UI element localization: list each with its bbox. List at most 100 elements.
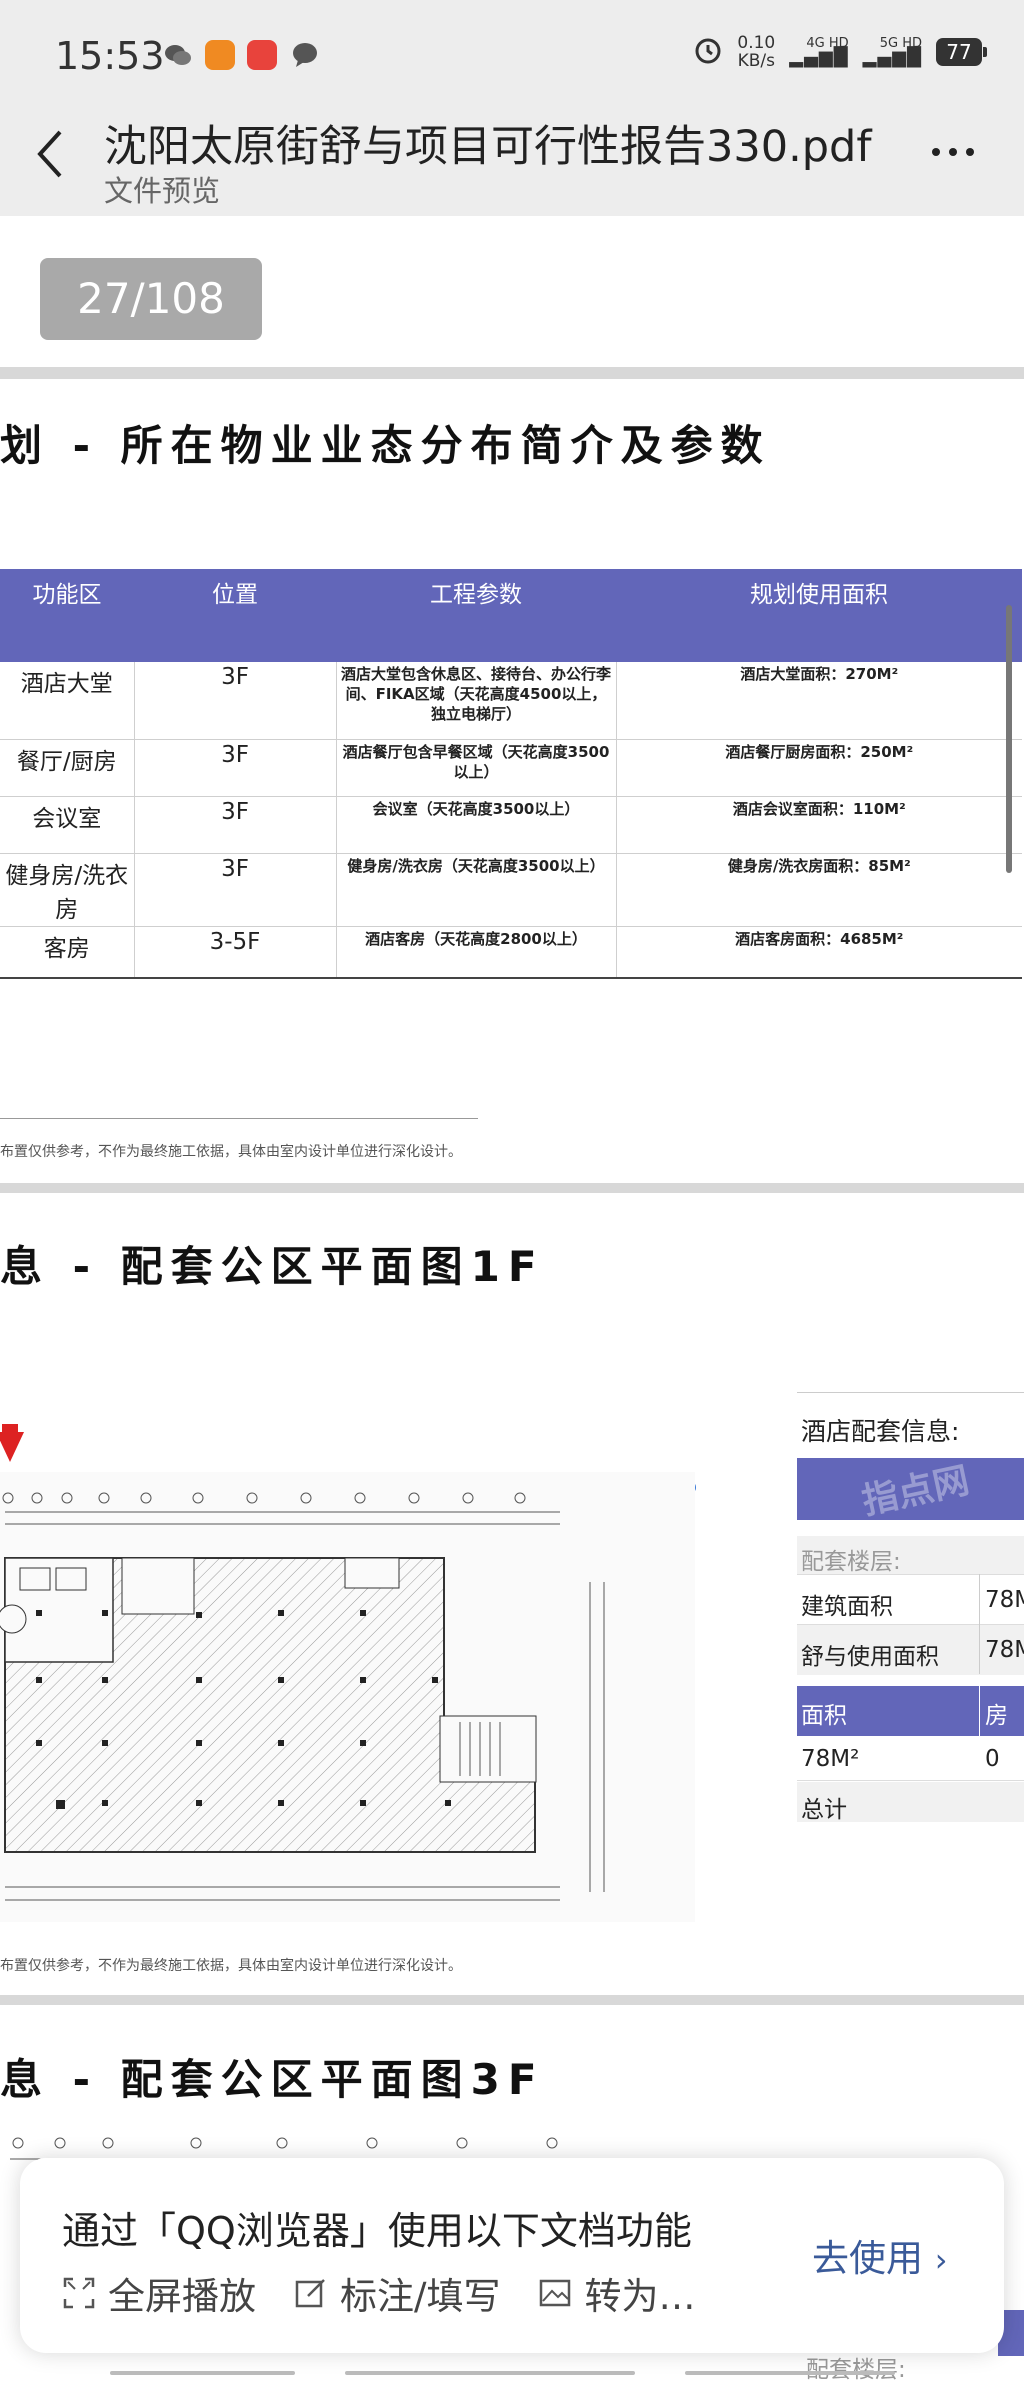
function-area-table: 功能区 位置 工程参数 规划使用面积 酒店大堂 3F 酒店大堂包含休息区、接待台…: [0, 569, 1022, 979]
table-header: 位置: [134, 569, 336, 662]
annotate-action[interactable]: 标注/填写: [294, 2266, 500, 2320]
status-bar: 15:53 0.10 KB/s 4G HD ▂▄▆█ 5G HD ▂▄▆█ 77: [0, 0, 1024, 112]
document-title: 沈阳太原街舒与项目可行性报告330.pdf: [104, 122, 872, 172]
table-header: 工程参数: [336, 569, 616, 662]
table-cell: 健身房/洗衣房（天花高度3500以上）: [336, 853, 617, 927]
page3-floor-label: 配套楼层:: [806, 2357, 906, 2383]
info-separator: [979, 1686, 980, 1736]
info-row: 舒与使用面积 78M: [797, 1624, 1024, 1675]
info-table-header: 面积 房量: [797, 1686, 1024, 1763]
info-separator: [979, 1574, 980, 1674]
signal-2-bars-icon: ▂▄▆█: [862, 47, 922, 68]
info-key: 舒与使用面积: [801, 1644, 939, 1670]
banner-title: 通过「QQ浏览器」使用以下文档功能: [62, 2209, 692, 2253]
floor-label: 配套楼层:: [801, 1549, 901, 1575]
alarm-icon: [693, 35, 723, 69]
table-cell: 餐厅/厨房: [0, 739, 135, 797]
table-cell: 酒店大堂: [0, 662, 135, 740]
signal-1-bars-icon: ▂▄▆█: [789, 47, 849, 68]
status-right: 0.10 KB/s 4G HD ▂▄▆█ 5G HD ▂▄▆█ 77: [693, 34, 987, 70]
message-icon: [290, 40, 320, 70]
total-label: 总计: [801, 1797, 847, 1823]
table-cell: 酒店餐厅包含早餐区域（天花高度3500以上）: [336, 739, 617, 797]
floor-plan-drawing: [0, 1492, 605, 1901]
table-header: 功能区: [0, 569, 134, 662]
table-row: 客房 3-5F 酒店客房（天花高度2800以上） 酒店客房面积：4685M²: [0, 926, 1022, 979]
signal-2: 5G HD ▂▄▆█: [863, 37, 922, 67]
page-divider: [0, 1995, 1024, 2005]
go-use-label: 去使用: [812, 2237, 923, 2280]
page-counter: 27/108: [40, 258, 262, 340]
table-cell: 酒店客房（天花高度2800以上）: [336, 926, 617, 979]
table-row: 健身房/洗衣房 3F 健身房/洗衣房（天花高度3500以上） 健身房/洗衣房面积…: [0, 853, 1022, 927]
table-header: 规划使用面积: [616, 569, 1022, 662]
info-table-header-cell: 面积: [801, 1703, 847, 1729]
table-row: 餐厅/厨房 3F 酒店餐厅包含早餐区域（天花高度3500以上） 酒店餐厅厨房面积…: [0, 739, 1022, 797]
info-table-cell: 78M²: [801, 1746, 860, 1772]
page1-heading: 划 - 所在物业业态分布简介及参数: [0, 421, 771, 470]
info-total-row: 总计: [797, 1782, 1024, 1823]
table-cell: 3F: [134, 662, 337, 740]
table-cell: 客房: [0, 926, 135, 979]
annotate-label: 标注/填写: [340, 2275, 501, 2318]
page-divider: [0, 1183, 1024, 1193]
chevron-right-icon: ›: [934, 2241, 948, 2279]
more-options-button[interactable]: [928, 124, 978, 184]
banner-actions: 全屏播放 标注/填写 转为…: [62, 2266, 695, 2320]
qq-browser-banner[interactable]: 通过「QQ浏览器」使用以下文档功能 去使用 › 全屏播放 标注/填写 转为…: [20, 2158, 1004, 2353]
floor-plan-1f: [0, 1472, 695, 1922]
page2-heading: 息 - 配套公区平面图1F: [0, 1242, 545, 1291]
wechat-icon: [163, 40, 193, 70]
page1-footnote: 布置仅供参考，不作为最终施工依据，具体由室内设计单位进行深化设计。: [0, 1144, 462, 1160]
table-row: 酒店大堂 3F 酒店大堂包含休息区、接待台、办公行李间、FIKA区域（天花高度4…: [0, 662, 1022, 740]
info-label: 酒店配套信息:: [801, 1417, 960, 1446]
edit-icon: [295, 2279, 325, 2308]
home-gesture-bar[interactable]: [0, 2370, 1024, 2376]
table-cell: 酒店大堂包含休息区、接待台、办公行李间、FIKA区域（天花高度4500以上，独立…: [336, 662, 617, 740]
clock: 15:53: [55, 34, 165, 78]
convert-label: 转为…: [584, 2275, 696, 2318]
table-cell: 3F: [134, 796, 337, 854]
app-bar: 沈阳太原街舒与项目可行性报告330.pdf 文件预览: [0, 112, 1024, 216]
info-table-row: 78M² 0: [797, 1736, 1024, 1781]
table-cell: 3F: [134, 739, 337, 797]
table-cell: 3-5F: [134, 926, 337, 979]
table-cell: 会议室: [0, 796, 135, 854]
footnote-rule: [0, 1118, 478, 1119]
info-key: 建筑面积: [801, 1594, 893, 1620]
info-top-rule: [797, 1392, 1024, 1393]
table-header-row: 功能区 位置 工程参数 规划使用面积: [0, 569, 1022, 662]
signal-1: 4G HD ▂▄▆█: [789, 37, 848, 67]
table-cell: 酒店大堂面积：270M²: [616, 662, 1022, 740]
page3-heading: 息 - 配套公区平面图3F: [0, 2055, 545, 2104]
chevron-left-icon: [37, 130, 62, 178]
info-floor-row: 配套楼层:: [797, 1536, 1024, 1575]
fullscreen-play-label: 全屏播放: [108, 2275, 256, 2318]
table-cell: 健身房/洗衣房: [0, 853, 135, 927]
network-speed: 0.10 KB/s: [737, 34, 775, 70]
fullscreen-play-action[interactable]: 全屏播放: [62, 2266, 256, 2320]
page2-footnote: 布置仅供参考，不作为最终施工依据，具体由室内设计单位进行深化设计。: [0, 1958, 462, 1974]
table-cell: 3F: [134, 853, 337, 927]
go-use-button[interactable]: 去使用 ›: [812, 2228, 948, 2282]
fullscreen-icon: [63, 2277, 95, 2309]
app-notification-icon: [205, 40, 235, 70]
info-value: 78M: [985, 1587, 1024, 1613]
convert-action[interactable]: 转为…: [538, 2266, 695, 2320]
table-row: 会议室 3F 会议室（天花高度3500以上） 酒店会议室面积：110M²: [0, 796, 1022, 854]
battery-icon: 77: [936, 38, 987, 66]
table-cell: 酒店会议室面积：110M²: [616, 796, 1022, 854]
more-dots-icon: [932, 148, 974, 156]
info-row: 建筑面积 78M: [797, 1574, 1024, 1625]
table-cell: 健身房/洗衣房面积：85M²: [616, 853, 1022, 927]
net-speed-value: 0.10: [737, 33, 776, 53]
table-cell: 酒店餐厅厨房面积：250M²: [616, 739, 1022, 797]
red-arrow-icon: [0, 1432, 24, 1462]
taobao-icon: [247, 40, 277, 70]
image-icon: [540, 2279, 571, 2307]
document-subtitle: 文件预览: [104, 174, 221, 208]
back-button[interactable]: [32, 126, 66, 192]
scrollbar[interactable]: [1006, 605, 1012, 873]
table-cell: 会议室（天花高度3500以上）: [336, 796, 617, 854]
table-cell: 酒店客房面积：4685M²: [616, 926, 1022, 979]
